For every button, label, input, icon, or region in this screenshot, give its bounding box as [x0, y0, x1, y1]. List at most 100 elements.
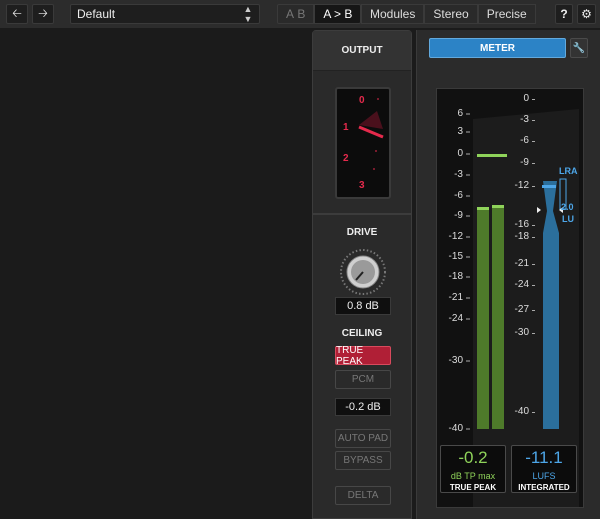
- wrench-icon: 🔧: [572, 42, 586, 54]
- auto-pad-button[interactable]: AUTO PAD: [335, 429, 391, 448]
- integrated-unit: LUFS: [532, 471, 556, 481]
- true-peak-button[interactable]: TRUE PEAK: [335, 345, 391, 367]
- right-scale-label: -21: [514, 258, 529, 269]
- ab-b-label: B: [297, 7, 306, 21]
- section-divider: [313, 213, 411, 215]
- preset-stepper[interactable]: ▲ ▼: [238, 5, 258, 24]
- ab-a-label: A: [286, 7, 295, 21]
- peak-hold-left: [477, 207, 489, 210]
- gauge-label-2: 2: [343, 153, 349, 164]
- left-scale-label: -24: [448, 313, 463, 324]
- left-scale-label: -21: [448, 292, 463, 303]
- redo-button[interactable]: 🡢: [32, 4, 54, 24]
- view-tabs: Modules Stereo Precise: [361, 4, 536, 24]
- ab-copy-button[interactable]: A > B: [314, 4, 362, 24]
- right-scale-tick: [532, 285, 535, 286]
- preset-selector[interactable]: Default: [70, 4, 260, 24]
- gauge-label-0: 0: [359, 95, 365, 106]
- output-module: OUTPUT 0 1 2 3 DRIVE 0.8 dB CEILING TRUE…: [312, 30, 412, 519]
- left-scale-label: -3: [454, 169, 463, 180]
- help-button[interactable]: ?: [555, 4, 573, 24]
- lra-label: LRA: [559, 166, 578, 176]
- ceiling-value[interactable]: -0.2 dB: [335, 398, 391, 416]
- left-scale-label: -30: [448, 355, 463, 366]
- right-scale-label: -6: [520, 135, 529, 146]
- chevron-up-icon[interactable]: ▲: [244, 5, 253, 14]
- gauge-label-1: 1: [343, 122, 349, 133]
- right-scale-tick: [532, 310, 535, 311]
- meter-tab-button[interactable]: METER: [429, 38, 566, 58]
- drive-label: DRIVE: [346, 227, 378, 238]
- plugin-window: 🡠 🡢 Default ▲ ▼ A B A > B Modules Stereo…: [0, 0, 600, 519]
- right-scale-label: -18: [514, 231, 529, 242]
- integrated-readout[interactable]: -11.1 LUFS INTEGRATED: [511, 445, 577, 493]
- true-peak-unit: dB TP max: [450, 471, 496, 481]
- integrated-value: -11.1: [525, 448, 563, 467]
- right-scale-tick: [532, 264, 535, 265]
- drive-knob[interactable]: [340, 249, 386, 295]
- left-scale-label: 0: [457, 148, 463, 159]
- peak-hold-right: [492, 205, 504, 208]
- meter-settings-button[interactable]: 🔧: [570, 38, 588, 58]
- right-scale-tick: [532, 333, 535, 334]
- true-peak-value: -0.2: [458, 448, 488, 467]
- right-scale-tick: [532, 225, 535, 226]
- output-title: OUTPUT: [313, 31, 411, 71]
- tab-modules[interactable]: Modules: [361, 4, 425, 24]
- undo-button[interactable]: 🡠: [6, 4, 28, 24]
- ab-toggle-button[interactable]: A B: [277, 4, 315, 24]
- left-scale-label: -12: [448, 231, 463, 242]
- chevron-down-icon[interactable]: ▼: [244, 15, 253, 24]
- right-scale-label: -30: [514, 327, 529, 338]
- right-scale-label: -9: [520, 157, 529, 168]
- true-peak-label: TRUE PEAK: [449, 483, 497, 492]
- lufs-marker: [542, 185, 556, 188]
- right-scale-label: -12: [514, 180, 529, 191]
- right-scale-label: -16: [514, 219, 529, 230]
- gain-reduction-gauge: 0 1 2 3: [335, 87, 391, 199]
- true-peak-bar-left: [477, 209, 489, 429]
- left-scale-label: -9: [454, 210, 463, 221]
- right-scale-label: -40: [514, 406, 529, 417]
- right-scale-label: -24: [514, 279, 529, 290]
- tab-precise[interactable]: Precise: [477, 4, 536, 24]
- left-scale-label: -6: [454, 190, 463, 201]
- left-scale-label: -40: [448, 423, 463, 434]
- gear-icon: ⚙: [581, 7, 592, 21]
- right-scale-tick: [532, 237, 535, 238]
- right-scale-tick: [532, 99, 535, 100]
- left-scale-label: 6: [457, 108, 463, 119]
- right-scale-tick: [532, 141, 535, 142]
- right-scale-label: -3: [520, 114, 529, 125]
- right-scale-tick: [532, 412, 535, 413]
- top-toolbar: 🡠 🡢 Default ▲ ▼ A B A > B Modules Stereo…: [0, 0, 600, 28]
- preset-name: Default: [77, 7, 116, 21]
- left-scale-label: -15: [448, 251, 463, 262]
- right-scale-label: 0: [523, 93, 529, 104]
- meter-module: METER 🔧 6 3 0 -3 -6 -9 -12 -15 -18 -21 -…: [416, 30, 600, 519]
- lra-unit: LU: [562, 214, 574, 224]
- tab-stereo[interactable]: Stereo: [424, 4, 478, 24]
- settings-button[interactable]: ⚙: [577, 4, 596, 24]
- delta-button[interactable]: DELTA: [335, 486, 391, 505]
- gauge-needle: [358, 125, 384, 139]
- pcm-button[interactable]: PCM: [335, 370, 391, 389]
- right-scale-label: -27: [514, 304, 529, 315]
- true-peak-readout[interactable]: -0.2 dB TP max TRUE PEAK: [440, 445, 506, 493]
- arrow-right-icon: 🡢: [38, 5, 48, 20]
- arrow-left-icon: 🡠: [12, 5, 22, 20]
- ab-compare-group: A B A > B: [277, 4, 362, 24]
- right-scale-tick: [532, 120, 535, 121]
- integrated-label: INTEGRATED: [518, 483, 570, 492]
- drive-value[interactable]: 0.8 dB: [335, 297, 391, 315]
- gauge-fan: [359, 111, 383, 129]
- left-scale-label: 3: [457, 126, 463, 137]
- right-scale-tick: [532, 163, 535, 164]
- ceiling-label: CEILING: [341, 328, 383, 339]
- lra-value: 2.0: [561, 202, 574, 212]
- bypass-button[interactable]: BYPASS: [335, 451, 391, 470]
- left-scale-ticks: [466, 113, 470, 430]
- left-scale-label: -18: [448, 271, 463, 282]
- right-scale-tick: [532, 186, 535, 187]
- gauge-label-3: 3: [359, 180, 365, 191]
